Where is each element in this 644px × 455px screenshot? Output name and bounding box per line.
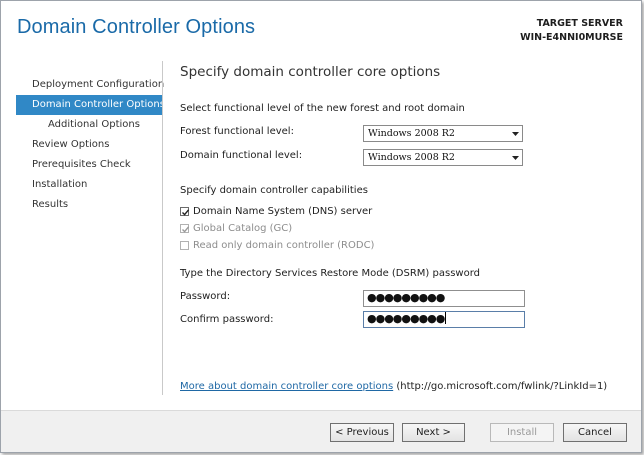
confirm-password-field[interactable]: ●●●●●●●●●: [363, 311, 525, 328]
nav-item-results[interactable]: Results: [16, 195, 162, 215]
password-value: ●●●●●●●●●: [367, 291, 445, 304]
page-title: Domain Controller Options: [17, 16, 256, 38]
next-button[interactable]: Next >: [402, 423, 465, 442]
section-heading: Specify domain controller core options: [180, 64, 441, 80]
password-field[interactable]: ●●●●●●●●●: [363, 290, 525, 307]
domain-level-label: Domain functional level:: [180, 150, 303, 161]
target-server-label: TARGET SERVER: [536, 18, 623, 29]
forest-level-select[interactable]: Windows 2008 R2: [363, 125, 523, 142]
checkbox-checked-icon: [180, 224, 190, 233]
target-server-info: TARGET SERVER WIN-E4NNI0MURSE: [520, 17, 623, 45]
domain-level-value: Windows 2008 R2: [368, 152, 455, 163]
more-info-line: More about domain controller core option…: [180, 381, 607, 392]
nav-item-review-options[interactable]: Review Options: [16, 135, 162, 155]
forest-level-value: Windows 2008 R2: [368, 128, 455, 139]
dns-server-checkbox[interactable]: Domain Name System (DNS) server: [180, 206, 372, 217]
nav-item-prerequisites-check[interactable]: Prerequisites Check: [16, 155, 162, 175]
target-server-name: WIN-E4NNI0MURSE: [520, 32, 623, 43]
nav-item-installation[interactable]: Installation: [16, 175, 162, 195]
capabilities-section-label: Specify domain controller capabilities: [180, 185, 368, 196]
previous-button[interactable]: < Previous: [330, 423, 394, 442]
forest-level-label: Forest functional level:: [180, 126, 294, 137]
install-button[interactable]: Install: [490, 423, 554, 442]
rodc-checkbox[interactable]: Read only domain controller (RODC): [180, 240, 374, 251]
checkbox-unchecked-icon: [180, 241, 189, 250]
dsrm-section-label: Type the Directory Services Restore Mode…: [180, 268, 480, 279]
checkbox-checked-icon: [180, 207, 190, 216]
confirm-password-value: ●●●●●●●●●: [367, 312, 445, 325]
text-caret: [445, 312, 447, 324]
wizard-footer: < Previous Next > Install Cancel: [1, 410, 641, 452]
chevron-down-icon: [511, 129, 520, 138]
global-catalog-checkbox[interactable]: Global Catalog (GC): [180, 223, 292, 234]
cancel-button[interactable]: Cancel: [563, 423, 627, 442]
nav-item-additional-options[interactable]: Additional Options: [16, 115, 162, 135]
password-label: Password:: [180, 291, 231, 302]
dns-server-label: Domain Name System (DNS) server: [193, 206, 373, 217]
functional-level-section-label: Select functional level of the new fores…: [180, 103, 465, 114]
more-info-url: (http://go.microsoft.com/fwlink/?LinkId=…: [396, 381, 608, 392]
nav-item-domain-controller-options[interactable]: Domain Controller Options: [16, 95, 165, 115]
nav-item-deployment-configuration[interactable]: Deployment Configuration: [16, 75, 164, 95]
more-info-link[interactable]: More about domain controller core option…: [180, 381, 393, 392]
confirm-password-label: Confirm password:: [180, 314, 274, 325]
nav-divider: [162, 61, 163, 395]
chevron-down-icon: [511, 153, 520, 162]
global-catalog-label: Global Catalog (GC): [193, 223, 293, 234]
domain-level-select[interactable]: Windows 2008 R2: [363, 149, 523, 166]
wizard-window: Domain Controller Options TARGET SERVER …: [0, 0, 642, 453]
wizard-nav: Deployment Configuration Domain Controll…: [16, 75, 165, 215]
rodc-label: Read only domain controller (RODC): [193, 240, 375, 251]
